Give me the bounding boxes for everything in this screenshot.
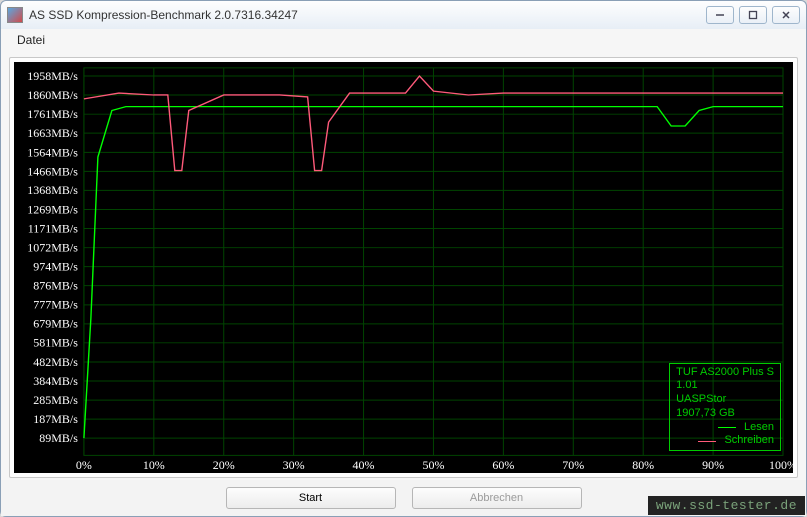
svg-text:1860MB/s: 1860MB/s — [27, 88, 78, 102]
minimize-button[interactable] — [706, 6, 734, 24]
svg-text:0%: 0% — [76, 458, 92, 472]
svg-text:1368MB/s: 1368MB/s — [27, 183, 78, 197]
svg-text:1761MB/s: 1761MB/s — [27, 107, 78, 121]
svg-text:285MB/s: 285MB/s — [33, 393, 78, 407]
svg-text:1072MB/s: 1072MB/s — [27, 241, 78, 255]
legend-read-row: Lesen — [676, 421, 774, 435]
svg-text:60%: 60% — [492, 458, 514, 472]
start-button[interactable]: Start — [226, 487, 396, 509]
abort-button-label: Abbrechen — [470, 492, 523, 504]
svg-text:384MB/s: 384MB/s — [33, 374, 78, 388]
titlebar: AS SSD Kompression-Benchmark 2.0.7316.34… — [1, 1, 806, 29]
legend-write-row: Schreiben — [676, 434, 774, 448]
svg-text:777MB/s: 777MB/s — [33, 298, 78, 312]
abort-button: Abbrechen — [412, 487, 582, 509]
legend-capacity: 1907,73 GB — [676, 407, 774, 421]
close-icon — [781, 10, 791, 20]
svg-text:50%: 50% — [422, 458, 444, 472]
svg-text:1466MB/s: 1466MB/s — [27, 164, 78, 178]
chart-panel: 0% 10% 20% 30% 40% 50% 60% 70% 80% 90% 100% 89MB/s 1… — [9, 57, 798, 478]
svg-text:679MB/s: 679MB/s — [33, 317, 78, 331]
menubar: Datei — [1, 29, 806, 51]
svg-text:10%: 10% — [143, 458, 165, 472]
svg-text:581MB/s: 581MB/s — [33, 336, 78, 350]
benchmark-chart: 0% 10% 20% 30% 40% 50% 60% 70% 80% 90% 100% 89MB/s 1… — [14, 62, 793, 473]
start-button-label: Start — [299, 492, 322, 504]
legend-box: TUF AS2000 Plus S 1.01 UASPStor 1907,73 … — [669, 363, 781, 452]
maximize-button[interactable] — [739, 6, 767, 24]
svg-text:482MB/s: 482MB/s — [33, 355, 78, 369]
window-title: AS SSD Kompression-Benchmark 2.0.7316.34… — [29, 8, 701, 22]
legend-firmware: 1.01 — [676, 379, 774, 393]
svg-text:80%: 80% — [632, 458, 654, 472]
legend-controller: UASPStor — [676, 393, 774, 407]
svg-text:90%: 90% — [702, 458, 724, 472]
svg-text:20%: 20% — [213, 458, 235, 472]
app-icon — [7, 7, 23, 23]
svg-text:40%: 40% — [353, 458, 375, 472]
write-swatch-icon — [698, 441, 716, 442]
svg-text:1958MB/s: 1958MB/s — [27, 69, 78, 83]
read-swatch-icon — [718, 427, 736, 428]
svg-text:187MB/s: 187MB/s — [33, 412, 78, 426]
app-window: AS SSD Kompression-Benchmark 2.0.7316.34… — [0, 0, 807, 517]
legend-read-label: Lesen — [744, 421, 774, 435]
svg-text:70%: 70% — [562, 458, 584, 472]
svg-text:30%: 30% — [283, 458, 305, 472]
legend-device: TUF AS2000 Plus S — [676, 366, 774, 380]
svg-text:1171MB/s: 1171MB/s — [28, 222, 79, 236]
svg-text:876MB/s: 876MB/s — [33, 279, 78, 293]
minimize-icon — [715, 10, 725, 20]
svg-text:974MB/s: 974MB/s — [33, 260, 78, 274]
maximize-icon — [748, 10, 758, 20]
legend-write-label: Schreiben — [724, 434, 774, 448]
svg-text:89MB/s: 89MB/s — [39, 431, 78, 445]
svg-text:1663MB/s: 1663MB/s — [27, 126, 78, 140]
menu-datei[interactable]: Datei — [11, 31, 51, 49]
svg-text:100%: 100% — [769, 458, 793, 472]
svg-text:1269MB/s: 1269MB/s — [27, 203, 78, 217]
watermark: www.ssd-tester.de — [648, 496, 805, 515]
close-button[interactable] — [772, 6, 800, 24]
svg-text:1564MB/s: 1564MB/s — [27, 145, 78, 159]
